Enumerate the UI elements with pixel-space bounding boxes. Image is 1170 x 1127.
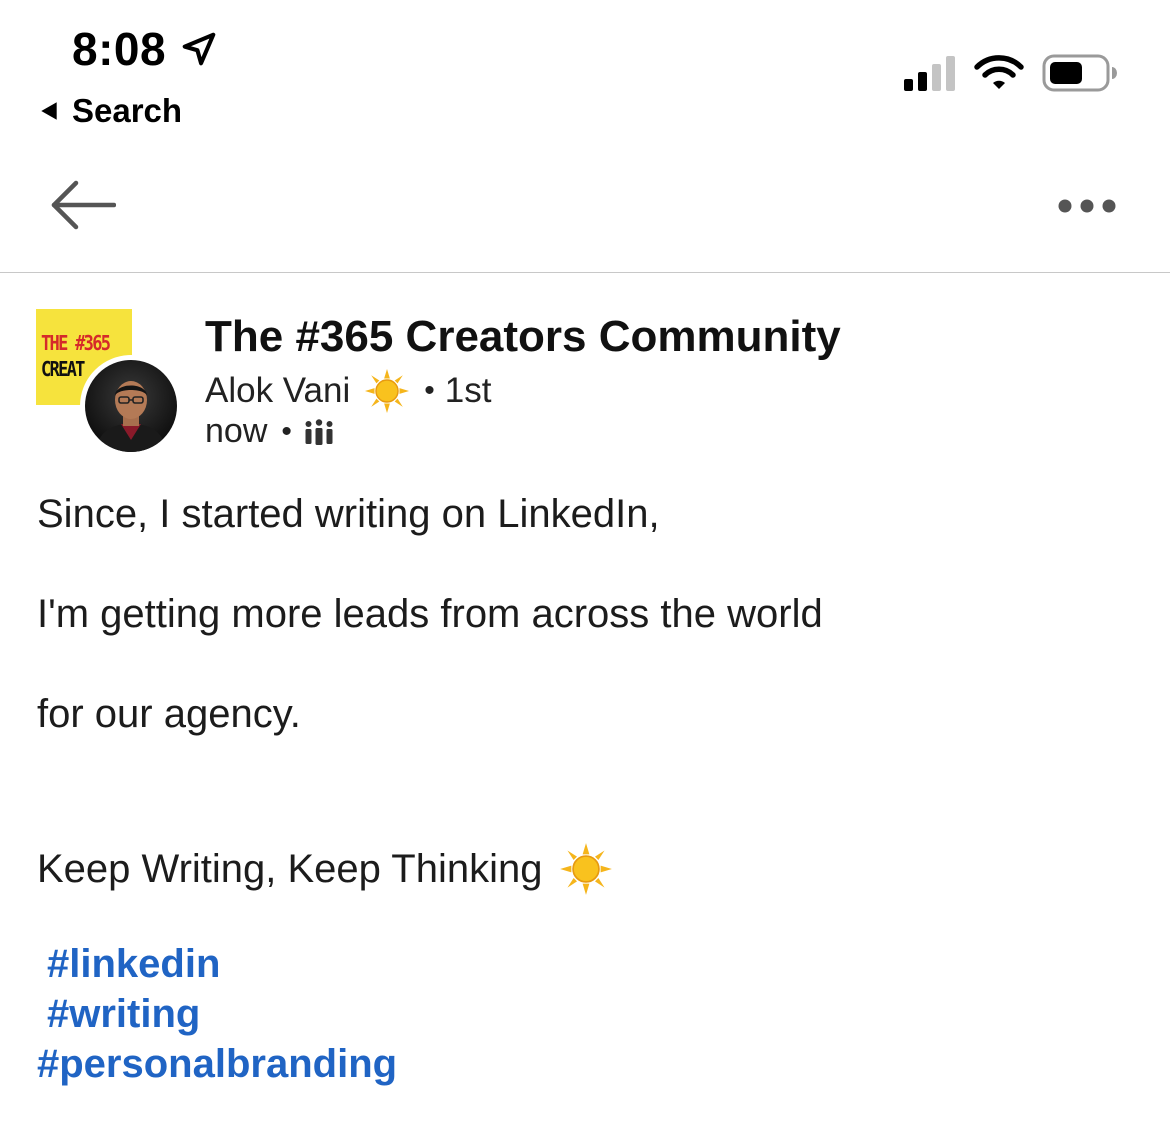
back-arrow-icon[interactable]	[50, 178, 116, 232]
status-time-text: 8:08	[72, 23, 167, 75]
post-time: now	[205, 412, 268, 450]
sun-emoji-icon	[365, 368, 410, 414]
group-name[interactable]: The #365 Creators Community	[205, 312, 841, 362]
cellular-signal-icon	[904, 56, 955, 91]
post-text-line: for our agency.	[37, 692, 301, 736]
author-photo	[85, 360, 177, 452]
location-arrow-icon	[182, 32, 216, 66]
back-to-search-label: Search	[72, 92, 183, 129]
sun-emoji-icon	[559, 843, 612, 895]
status-indicators	[904, 54, 1118, 92]
back-to-search-button[interactable]: Search	[38, 92, 182, 130]
hashtag-link[interactable]: #writing	[47, 992, 200, 1037]
hashtag-link[interactable]: #linkedin	[47, 942, 220, 987]
author-line: Alok Vani • 1st	[205, 368, 491, 414]
group-logo-line-2: CREAT	[41, 357, 85, 381]
post-detail-screen: 8:08 Search THE #365 CREAT The #365 Crea…	[0, 0, 1170, 1127]
separator-dot: •	[281, 414, 292, 448]
author-name[interactable]: Alok Vani	[205, 371, 350, 411]
battery-icon	[1042, 54, 1117, 92]
group-audience-icon	[305, 418, 333, 445]
connection-degree: 1st	[444, 371, 492, 410]
separator-dot: •	[424, 374, 435, 407]
hashtag-link[interactable]: #personalbranding	[37, 1042, 397, 1087]
header-divider	[0, 272, 1170, 273]
post-text-line: Keep Writing, Keep Thinking	[37, 846, 543, 891]
post-text-line: I'm getting more leads from across the w…	[37, 592, 823, 636]
status-time: 8:08	[72, 22, 218, 76]
back-triangle-icon	[41, 102, 57, 120]
more-options-icon[interactable]	[1056, 196, 1118, 216]
author-avatar[interactable]	[80, 355, 182, 457]
post-text-line: Since, I started writing on LinkedIn,	[37, 492, 660, 536]
post-meta: now •	[205, 412, 334, 451]
wifi-icon	[974, 55, 1024, 89]
group-logo-line-1: THE #365	[41, 331, 111, 355]
post-text-line-with-emoji: Keep Writing, Keep Thinking	[37, 842, 613, 896]
